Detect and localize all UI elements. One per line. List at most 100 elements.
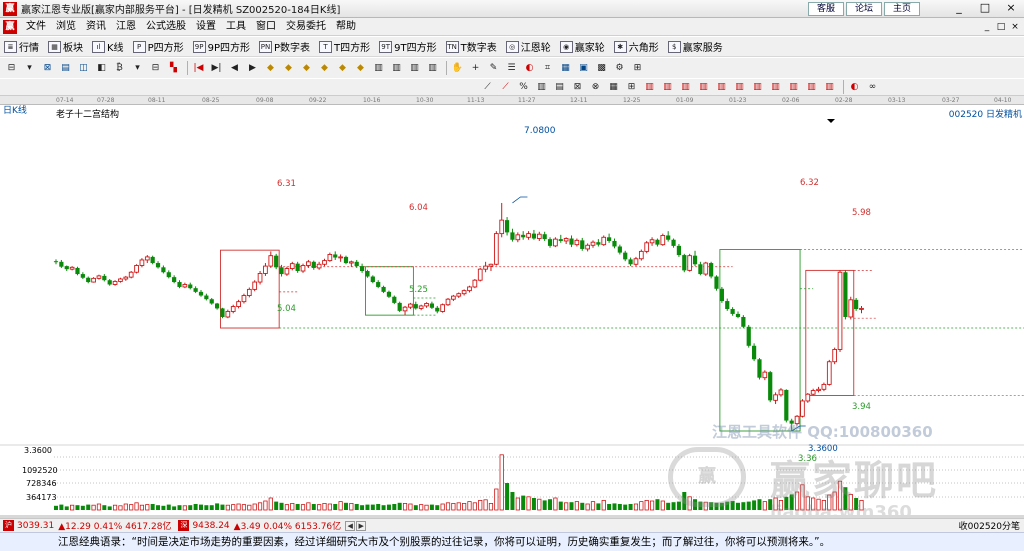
toolbar-button-11[interactable]: ✱ 六角形 xyxy=(613,39,659,54)
toolbar-button-8[interactable]: TN T数字表 xyxy=(445,39,497,54)
toolbar-button-2[interactable]: ıl K线 xyxy=(92,39,124,54)
toolbar2-tool-icon[interactable]: ◆ xyxy=(353,61,368,76)
forum-link[interactable]: 论坛 xyxy=(846,2,882,16)
toolbar-button-12[interactable]: $ 赢家服务 xyxy=(667,39,723,54)
toolbar2-tool-icon[interactable]: ◆ xyxy=(263,61,278,76)
tick-detail-label[interactable]: 收002520分笔 xyxy=(959,519,1020,532)
toolbar3-tool-icon[interactable]: ▥ xyxy=(750,80,765,95)
menu-file[interactable]: 文件 xyxy=(21,18,51,36)
toolbar2-tool-icon[interactable]: ◆ xyxy=(335,61,350,76)
menu-trade[interactable]: 交易委托 xyxy=(281,18,331,36)
toolbar3-tool-icon[interactable]: ▥ xyxy=(678,80,693,95)
toolbar2-tool-icon[interactable]: ◐ xyxy=(522,61,537,76)
toolbar2-tool-icon[interactable]: ⊟ xyxy=(4,61,19,76)
toolbar2-tool-icon[interactable]: ▥ xyxy=(407,61,422,76)
maximize-button[interactable]: □ xyxy=(972,0,998,17)
toolbar2-tool-icon[interactable]: ◆ xyxy=(281,61,296,76)
toolbar2-tool-icon[interactable]: ▩ xyxy=(594,61,609,76)
toolbar2-tool-icon[interactable]: |◀ xyxy=(191,61,206,76)
menu-tools[interactable]: 工具 xyxy=(221,18,251,36)
mdi-minimize-button[interactable]: _ xyxy=(980,20,994,34)
minimize-button[interactable]: _ xyxy=(946,0,972,17)
toolbar3-tool-icon[interactable]: ⊞ xyxy=(624,80,639,95)
hexagon-icon: ✱ xyxy=(613,40,627,53)
menu-settings[interactable]: 设置 xyxy=(191,18,221,36)
toolbar2-tool-icon[interactable]: ◀ xyxy=(227,61,242,76)
toolbar2-tool-icon[interactable]: ⊞ xyxy=(630,61,645,76)
toolbar3-tool-icon[interactable]: ▥ xyxy=(642,80,657,95)
toolbar3-tool-icon[interactable]: ▥ xyxy=(732,80,747,95)
toolbar-button-1[interactable]: ▦ 板块 xyxy=(48,39,83,54)
toolbar2-tool-icon[interactable]: ◆ xyxy=(317,61,332,76)
menu-window[interactable]: 窗口 xyxy=(251,18,281,36)
dropdown-arrow-icon[interactable] xyxy=(827,119,835,123)
menu-formula[interactable]: 公式选股 xyxy=(141,18,191,36)
toolbar3-tool-icon[interactable]: ▤ xyxy=(552,80,567,95)
toolbar3-tool-icon[interactable]: ▥ xyxy=(534,80,549,95)
toolbar2-tool-icon[interactable]: ☰ xyxy=(504,61,519,76)
volume-bar xyxy=(617,504,622,510)
menu-browse[interactable]: 浏览 xyxy=(51,18,81,36)
toolbar-button-4[interactable]: 9P 9P四方形 xyxy=(192,39,250,54)
toolbar-button-0[interactable]: ≣ 行情 xyxy=(4,39,39,54)
toolbar2-tool-icon[interactable]: ▥ xyxy=(371,61,386,76)
toolbar2-tool-icon[interactable]: ⊟ xyxy=(148,61,163,76)
toolbar-button-3[interactable]: P P四方形 xyxy=(132,39,184,54)
toolbar-button-7[interactable]: 9T 9T四方形 xyxy=(379,39,437,54)
toolbar2-tool-icon[interactable]: ▚ xyxy=(166,61,181,76)
toolbar3-tool-icon[interactable]: ▦ xyxy=(606,80,621,95)
candle-body xyxy=(182,284,188,288)
toolbar3-tool-icon[interactable]: ⊠ xyxy=(570,80,585,95)
toolbar-button-5[interactable]: PN P数字表 xyxy=(259,39,310,54)
candle-body xyxy=(719,288,724,302)
toolbar-button-9[interactable]: ◎ 江恩轮 xyxy=(505,39,551,54)
candle-body xyxy=(381,286,386,292)
toolbar2-tool-icon[interactable]: ▾ xyxy=(130,61,145,76)
toolbar2-tool-icon[interactable]: ◫ xyxy=(76,61,91,76)
toolbar2-tool-icon[interactable]: ⌗ xyxy=(540,61,555,76)
toolbar2-tool-icon[interactable]: ✋ xyxy=(450,61,465,76)
mdi-restore-button[interactable]: □ xyxy=(994,20,1008,34)
toolbar2-tool-icon[interactable]: ⊠ xyxy=(40,61,55,76)
mdi-close-button[interactable]: × xyxy=(1008,20,1022,34)
scroll-right-icon[interactable]: ▶ xyxy=(356,520,367,531)
toolbar-button-6[interactable]: T T四方形 xyxy=(319,39,370,54)
toolbar2-tool-icon[interactable]: ◆ xyxy=(299,61,314,76)
toolbar3-tool-icon[interactable]: ▥ xyxy=(786,80,801,95)
toolbar2-tool-icon[interactable]: ▶ xyxy=(245,61,260,76)
toolbar2-tool-icon[interactable]: ▤ xyxy=(58,61,73,76)
toolbar2-tool-icon[interactable]: ▥ xyxy=(425,61,440,76)
toolbar3-tool-icon[interactable]: ▥ xyxy=(714,80,729,95)
volume-bar xyxy=(86,504,91,510)
toolbar2-tool-icon[interactable]: ▣ xyxy=(576,61,591,76)
toolbar2-tool-icon[interactable]: ₿ xyxy=(112,61,127,76)
menu-help[interactable]: 帮助 xyxy=(331,18,361,36)
menu-info[interactable]: 资讯 xyxy=(81,18,111,36)
toolbar2-tool-icon[interactable]: + xyxy=(468,61,483,76)
toolbar3-tool-icon[interactable]: ▥ xyxy=(804,80,819,95)
toolbar3-tool-icon[interactable]: ⊗ xyxy=(588,80,603,95)
toolbar2-tool-icon[interactable]: ▶| xyxy=(209,61,224,76)
toolbar3-tool-icon[interactable]: ⟋ xyxy=(480,80,495,95)
date-tick: 09-22 xyxy=(309,97,327,104)
toolbar3-tool-icon[interactable]: % xyxy=(516,80,531,95)
customer-service-link[interactable]: 客服 xyxy=(808,2,844,16)
toolbar3-tool-icon[interactable]: ◐ xyxy=(847,80,862,95)
toolbar3-tool-icon[interactable]: ▥ xyxy=(822,80,837,95)
toolbar3-tool-icon[interactable]: ▥ xyxy=(768,80,783,95)
toolbar3-tool-icon[interactable]: ∞ xyxy=(865,80,880,95)
toolbar2-tool-icon[interactable]: ◧ xyxy=(94,61,109,76)
toolbar-button-10[interactable]: ◉ 赢家轮 xyxy=(559,39,605,54)
toolbar2-tool-icon[interactable]: ▦ xyxy=(558,61,573,76)
toolbar3-tool-icon[interactable]: ⟋ xyxy=(498,80,513,95)
toolbar2-tool-icon[interactable]: ▾ xyxy=(22,61,37,76)
homepage-link[interactable]: 主页 xyxy=(884,2,920,16)
toolbar3-tool-icon[interactable]: ▥ xyxy=(696,80,711,95)
menu-gann[interactable]: 江恩 xyxy=(111,18,141,36)
toolbar2-tool-icon[interactable]: ⚙ xyxy=(612,61,627,76)
toolbar3-tool-icon[interactable]: ▥ xyxy=(660,80,675,95)
scroll-left-icon[interactable]: ◀ xyxy=(345,520,356,531)
close-button[interactable]: × xyxy=(998,0,1024,17)
toolbar2-tool-icon[interactable]: ▥ xyxy=(389,61,404,76)
toolbar2-tool-icon[interactable]: ✎ xyxy=(486,61,501,76)
